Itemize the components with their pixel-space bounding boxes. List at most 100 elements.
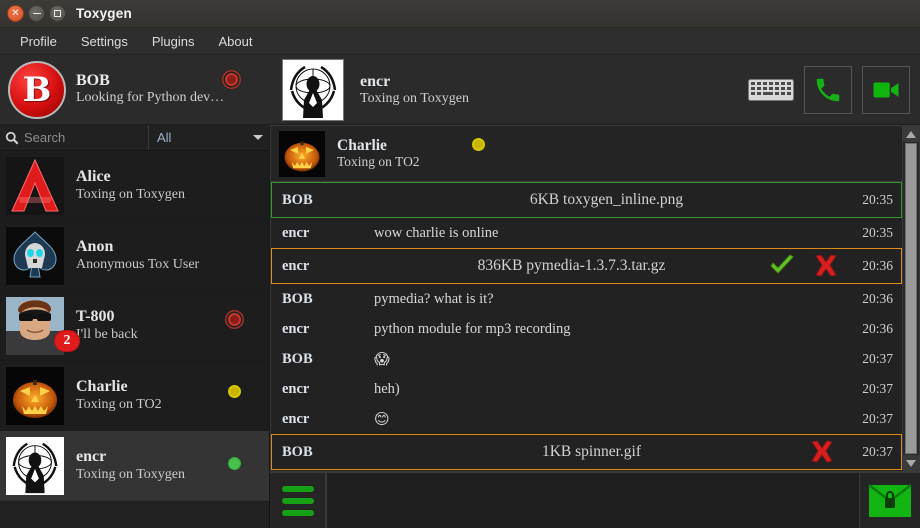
spade-skull-avatar-icon	[6, 227, 64, 285]
avatar	[6, 437, 64, 495]
search-icon	[5, 131, 19, 145]
message-text: heh)	[374, 381, 849, 398]
message-row[interactable]: BOB 😱 20:37	[271, 344, 902, 374]
anonymous-mask-avatar-icon	[6, 437, 64, 495]
contact-status: Toxing on Toxygen	[76, 186, 259, 204]
message-author: encr	[278, 225, 374, 242]
avatar	[6, 227, 64, 285]
menu-item-plugins[interactable]: Plugins	[141, 31, 206, 52]
message-author: encr	[278, 381, 374, 398]
encrypted-send-icon	[868, 484, 912, 518]
profile-status-indicator[interactable]	[225, 73, 238, 86]
message-time: 20:37	[849, 381, 897, 397]
message-author: BOB	[278, 192, 374, 209]
message-row-file-active[interactable]: BOB 1KB spinner.gif 20:37	[271, 434, 902, 470]
window-title: Toxygen	[76, 6, 132, 21]
presence-status-indicator	[472, 138, 485, 151]
accept-file-icon[interactable]	[769, 254, 795, 278]
message-row-file-pending[interactable]: encr 836KB pymedia-1.3.7.3.tar.gz 20	[271, 248, 902, 284]
contact-list-filler	[0, 500, 269, 528]
decline-file-icon[interactable]	[813, 254, 839, 278]
video-call-button[interactable]	[862, 66, 910, 114]
profile-avatar[interactable]: B	[8, 61, 66, 119]
profile-panel[interactable]: B BOB Looking for Python dev…	[0, 55, 270, 125]
send-message-button[interactable]	[860, 473, 920, 528]
hamburger-menu-button[interactable]	[270, 473, 326, 528]
profile-status-message: Looking for Python dev…	[76, 90, 262, 107]
menu-bar: Profile Settings Plugins About	[0, 28, 920, 55]
message-row[interactable]: encr wow charlie is online 20:35	[271, 218, 902, 248]
message-row[interactable]: encr heh) 20:37	[271, 374, 902, 404]
maximize-button[interactable]	[49, 5, 66, 22]
close-button[interactable]: ✕	[7, 5, 24, 22]
toxygen-window: ✕ Toxygen Profile Settings Plugins About…	[0, 0, 920, 528]
message-text: wow charlie is online	[374, 225, 849, 242]
chat-header-name: encr	[360, 73, 748, 91]
contact-item-charlie[interactable]: Charlie Toxing on TO2	[0, 361, 269, 431]
file-actions	[809, 440, 849, 464]
contact-meta: Anon Anonymous Tox User	[76, 237, 259, 274]
message-input[interactable]	[326, 473, 860, 528]
message-time: 20:36	[849, 258, 897, 274]
contacts-panel: Search All	[0, 125, 270, 528]
scroll-up-button[interactable]	[903, 126, 919, 142]
search-input[interactable]: Search	[0, 125, 149, 150]
message-author: encr	[278, 258, 374, 275]
contact-item-anon[interactable]: Anon Anonymous Tox User	[0, 221, 269, 291]
scroll-down-button[interactable]	[903, 455, 919, 471]
status-indicator-away	[228, 385, 241, 398]
presence-name: Charlie	[337, 137, 420, 155]
composer-bar	[270, 472, 920, 528]
message-scrollbar[interactable]	[902, 125, 920, 472]
scrollbar-track[interactable]	[903, 142, 919, 455]
contact-name: Anon	[76, 237, 259, 256]
phone-icon	[813, 75, 843, 105]
pumpkin-avatar-icon	[279, 131, 325, 177]
presence-avatar	[279, 131, 325, 177]
message-time: 20:36	[849, 321, 897, 337]
message-author: BOB	[278, 291, 374, 308]
search-row: Search All	[0, 125, 269, 151]
title-bar: ✕ Toxygen	[0, 0, 920, 28]
search-placeholder: Search	[24, 130, 65, 145]
status-indicator-busy	[228, 313, 241, 326]
scrollbar-thumb[interactable]	[905, 143, 917, 454]
contact-item-t-800[interactable]: T-800 I'll be back 2	[0, 291, 269, 361]
chat-header-status: Toxing on Toxygen	[360, 91, 748, 107]
message-emoji: 😱	[374, 350, 849, 368]
contact-list: Alice Toxing on Toxygen	[0, 151, 269, 500]
chat-header-avatar[interactable]	[282, 59, 344, 121]
pumpkin-avatar-icon	[6, 367, 64, 425]
menu-item-settings[interactable]: Settings	[70, 31, 139, 52]
message-row[interactable]: encr 😊 20:37	[271, 404, 902, 434]
message-row[interactable]: BOB pymedia? what is it? 20:36	[271, 284, 902, 314]
message-author: BOB	[278, 351, 374, 368]
message-time: 20:37	[849, 411, 897, 427]
minimize-button[interactable]	[28, 5, 45, 22]
avatar	[6, 157, 64, 215]
file-actions	[769, 254, 849, 278]
messages-wrapper: Charlie Toxing on TO2 BOB 6KB toxygen_in…	[270, 125, 920, 472]
audio-call-button[interactable]	[804, 66, 852, 114]
file-transfer-label: 1KB spinner.gif	[374, 443, 809, 461]
avatar	[6, 367, 64, 425]
contact-item-alice[interactable]: Alice Toxing on Toxygen	[0, 151, 269, 221]
message-author: encr	[278, 411, 374, 428]
menu-item-about[interactable]: About	[207, 31, 263, 52]
message-text: python module for mp3 recording	[374, 321, 849, 338]
status-indicator-online	[228, 457, 241, 470]
anonymous-mask-icon	[283, 60, 343, 120]
presence-status: Toxing on TO2	[337, 154, 420, 170]
message-row-file-completed[interactable]: BOB 6KB toxygen_inline.png 20:35	[271, 182, 902, 218]
message-time: 20:37	[849, 351, 897, 367]
typing-keyboard-icon[interactable]	[748, 79, 794, 101]
contact-status: I'll be back	[76, 326, 259, 344]
message-time: 20:35	[849, 225, 897, 241]
contact-filter-dropdown[interactable]: All	[149, 125, 269, 150]
message-area: Charlie Toxing on TO2 BOB 6KB toxygen_in…	[270, 125, 902, 472]
contact-item-encr[interactable]: encr Toxing on Toxygen	[0, 431, 269, 500]
hamburger-menu-icon	[282, 486, 314, 492]
cancel-file-icon[interactable]	[809, 440, 835, 464]
message-row[interactable]: encr python module for mp3 recording 20:…	[271, 314, 902, 344]
menu-item-profile[interactable]: Profile	[9, 31, 68, 52]
